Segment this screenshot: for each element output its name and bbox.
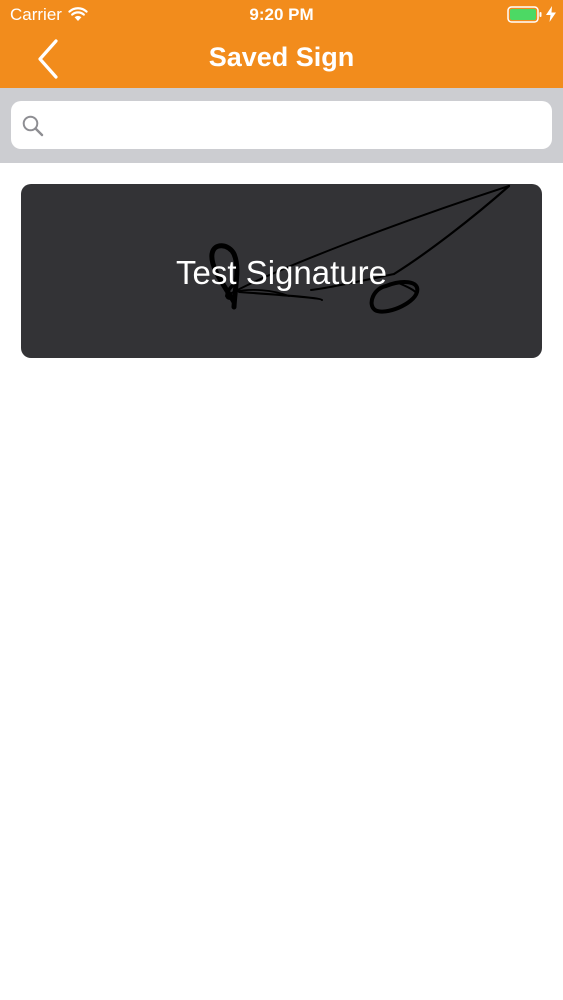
battery-icon <box>507 6 542 23</box>
status-time: 9:20 PM <box>249 5 314 24</box>
charging-icon <box>546 6 556 22</box>
signature-card[interactable]: Test Signature <box>21 184 542 358</box>
page-title: Saved Sign <box>208 42 355 72</box>
status-bar: Carrier 9:20 PM <box>0 0 563 30</box>
search-icon <box>22 115 44 137</box>
search-input[interactable] <box>59 101 539 149</box>
navigation-bar: Saved Sign <box>0 30 563 88</box>
search-bar <box>0 88 563 163</box>
app-header: Carrier 9:20 PM Saved Sign <box>0 0 563 88</box>
signature-name: Test Signature <box>176 254 387 291</box>
search-field[interactable] <box>11 101 552 149</box>
